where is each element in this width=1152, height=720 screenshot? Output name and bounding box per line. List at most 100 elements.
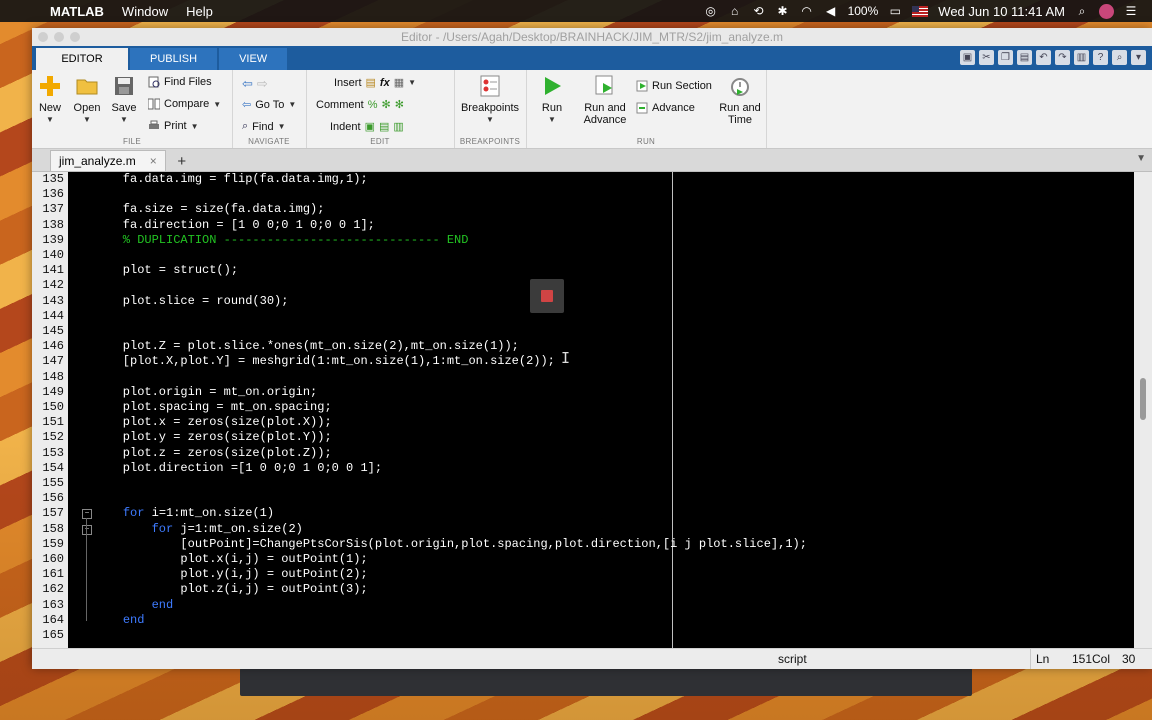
paste-icon[interactable]: ▤ [1017, 50, 1032, 65]
menu-app-name[interactable]: MATLAB [50, 4, 104, 19]
tab-editor[interactable]: EDITOR [36, 48, 128, 70]
add-tab-button[interactable]: + [172, 151, 192, 171]
menu-help[interactable]: Help [186, 4, 213, 19]
code-line[interactable]: plot.z = zeros(size(plot.Z)); [94, 446, 332, 461]
fold-toggle-icon[interactable]: − [82, 509, 92, 520]
code-line[interactable]: plot.slice = round(30); [94, 294, 289, 309]
compare-button[interactable]: Compare ▼ [148, 98, 221, 110]
insert-button[interactable]: Insert ▤ fx ▦ ▼ [334, 76, 416, 90]
ribbon-menu-icon[interactable]: ▾ [1131, 50, 1146, 65]
creative-cloud-icon[interactable]: ◎ [704, 4, 718, 18]
code-editor[interactable]: 135 136 137 138 139 140 141 142 143 144 145 146 147 1… [32, 172, 1152, 648]
find-button[interactable]: ⌕ Find ▼ [242, 120, 286, 133]
code-line[interactable]: plot.direction =[1 0 0;0 1 0;0 0 1]; [94, 461, 382, 476]
code-line[interactable]: plot.y(i,j) = outPoint(2); [94, 567, 367, 582]
user-avatar[interactable] [1099, 3, 1114, 19]
back-forward-buttons[interactable]: ⇦ ⇨ [242, 76, 268, 92]
back-arrow-icon[interactable]: ⇦ [242, 76, 253, 92]
code-keyword: for [122, 506, 145, 521]
vertical-scrollbar[interactable] [1134, 172, 1152, 648]
copy-icon[interactable]: ❐ [998, 50, 1013, 65]
spotlight-search-icon[interactable]: ⌕ [1075, 4, 1089, 18]
breakpoints-button[interactable]: Breakpoints ▼ [458, 74, 522, 124]
code-line[interactable]: plot.z(i,j) = outPoint(3); [94, 582, 367, 597]
code-line[interactable]: [plot.X,plot.Y] = meshgrid(1:mt_on.size(… [94, 354, 555, 369]
code-line[interactable]: end [94, 613, 145, 628]
close-window-button[interactable] [38, 32, 48, 42]
code-line[interactable]: plot.Z = plot.slice.*ones(mt_on.size(2),… [94, 339, 519, 354]
battery-icon[interactable]: ▭ [888, 4, 902, 18]
scrollbar-thumb[interactable] [1140, 378, 1146, 420]
zoom-window-button[interactable] [70, 32, 80, 42]
comment-percent-icon[interactable]: % [368, 99, 378, 111]
menu-window[interactable]: Window [122, 4, 168, 19]
volume-icon[interactable]: ◀ [824, 4, 838, 18]
cut-icon[interactable]: ✂ [979, 50, 994, 65]
comment-button[interactable]: Comment % ✻ ✻ [316, 98, 404, 112]
find-files-button[interactable]: Find Files [148, 76, 212, 88]
tab-view[interactable]: VIEW [219, 48, 288, 70]
forward-arrow-icon[interactable]: ⇨ [257, 76, 268, 92]
help-icon[interactable]: ? [1093, 50, 1108, 65]
switch-windows-icon[interactable]: ▥ [1074, 50, 1089, 65]
notification-center-icon[interactable]: ☰ [1124, 4, 1138, 18]
code-line[interactable]: fa.data.img = flip(fa.data.img,1); [94, 172, 368, 187]
open-button[interactable]: Open ▼ [72, 74, 102, 124]
close-icon[interactable]: × [150, 154, 157, 168]
smart-indent-icon[interactable]: ▣ [365, 120, 375, 133]
advance-button[interactable]: Advance [636, 102, 695, 114]
run-and-advance-label-line1: Run and [584, 102, 626, 114]
undo-icon[interactable]: ↶ [1036, 50, 1051, 65]
new-button[interactable]: New ▼ [38, 74, 62, 124]
code-line[interactable]: plot.spacing = mt_on.spacing; [94, 400, 332, 415]
code-line[interactable]: [outPoint]=ChangePtsCorSis(plot.origin,p… [94, 537, 807, 552]
code-line[interactable]: plot = struct(); [94, 263, 238, 278]
code-line[interactable]: end [94, 598, 174, 613]
run-section-label: Run Section [652, 80, 712, 92]
search-documentation-icon[interactable]: ⌕ [1112, 50, 1127, 65]
uncomment-icon[interactable]: ✻ [395, 98, 404, 111]
go-to-button[interactable]: ⇦ Go To ▼ [242, 98, 296, 112]
increase-indent-icon[interactable]: ▥ [393, 120, 403, 133]
tab-publish[interactable]: PUBLISH [130, 48, 218, 70]
bluetooth-icon[interactable]: ✱ [776, 4, 790, 18]
code-line[interactable]: % DUPLICATION --------------------------… [94, 233, 469, 248]
decrease-indent-icon[interactable]: ▤ [379, 120, 389, 133]
run-and-advance-button[interactable]: Run and Advance [580, 74, 630, 126]
fold-toggle-icon[interactable]: − [82, 524, 92, 535]
chevron-down-icon[interactable]: ▼ [1136, 153, 1146, 164]
minimize-window-button[interactable] [54, 32, 64, 42]
stop-button[interactable] [530, 279, 564, 313]
line-number: 149 [42, 384, 64, 399]
save-icon[interactable]: ▣ [960, 50, 975, 65]
indent-button[interactable]: Indent ▣ ▤ ▥ [330, 120, 404, 134]
code-area[interactable]: fa.data.img = flip(fa.data.img,1); fa.si… [68, 172, 1134, 648]
time-machine-icon[interactable]: ⟲ [752, 4, 766, 18]
print-button[interactable]: Print ▼ [148, 120, 199, 132]
wrap-comments-icon[interactable]: ✻ [381, 98, 390, 111]
run-button[interactable]: Run ▼ [536, 74, 568, 124]
battery-percent[interactable]: 100% [848, 4, 879, 18]
code-line[interactable]: fa.size = size(fa.data.img); [94, 202, 325, 217]
run-and-time-button[interactable]: Run and Time [718, 74, 762, 126]
notification-icon[interactable]: ⌂ [728, 4, 742, 18]
code-line[interactable]: for i=1:mt_on.size(1) [94, 506, 274, 521]
redo-icon[interactable]: ↷ [1055, 50, 1070, 65]
code-line[interactable]: fa.direction = [1 0 0;0 1 0;0 0 1]; [94, 218, 375, 233]
fx-icon[interactable]: fx [380, 77, 390, 89]
code-line[interactable]: plot.origin = mt_on.origin; [94, 385, 317, 400]
clock[interactable]: Wed Jun 10 11:41 AM [938, 4, 1065, 19]
ribbon-group-breakpoints: Breakpoints ▼ BREAKPOINTS [454, 70, 527, 148]
code-line[interactable]: plot.x(i,j) = outPoint(1); [94, 552, 367, 567]
code-line[interactable]: plot.y = zeros(size(plot.Y)); [94, 430, 332, 445]
line-number: 161 [42, 567, 64, 582]
right-margin-line [672, 172, 673, 648]
tab-jim-analyze[interactable]: jim_analyze.m × [50, 150, 166, 171]
insert-function-icon[interactable]: ▦ [394, 76, 404, 89]
code-line[interactable]: plot.x = zeros(size(plot.X)); [94, 415, 332, 430]
wifi-icon[interactable]: ◠ [800, 4, 814, 18]
code-line[interactable]: for j=1:mt_on.size(2) [94, 522, 303, 537]
run-section-button[interactable]: Run Section [636, 80, 712, 92]
input-source-flag-icon[interactable] [912, 5, 929, 17]
save-button[interactable]: Save ▼ [110, 74, 138, 124]
